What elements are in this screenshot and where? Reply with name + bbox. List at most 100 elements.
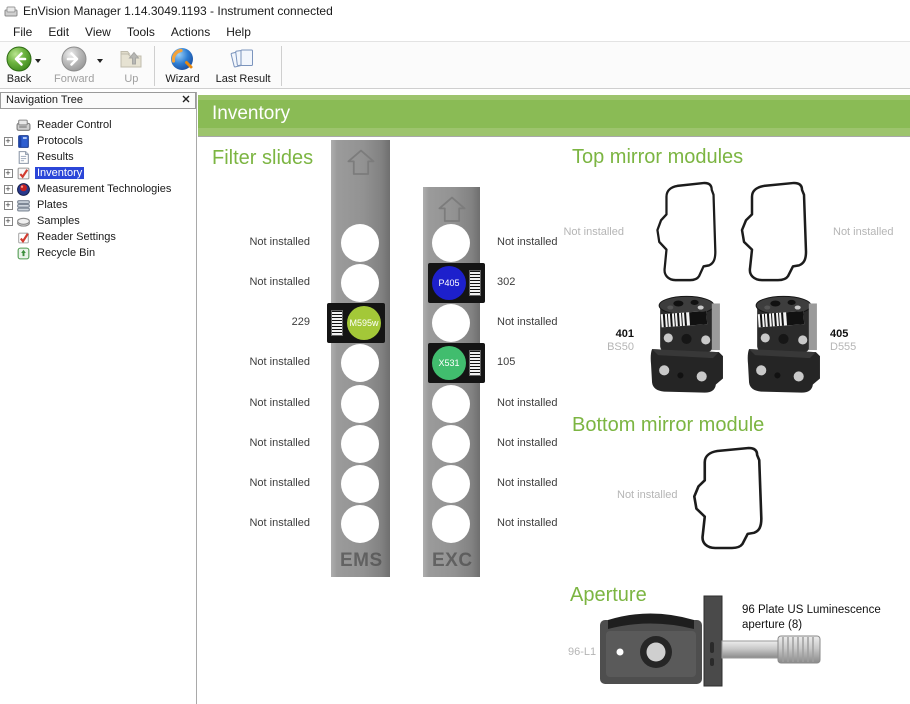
window-title: EnVision Manager 1.14.3049.1193 - Instru… (23, 4, 333, 18)
measurement-technologies-icon (16, 182, 31, 196)
wizard-button[interactable]: Wizard (165, 46, 199, 85)
filter-lens: M595w (347, 306, 381, 340)
close-icon[interactable] (179, 94, 192, 107)
filter-slot-status: Not installed (497, 477, 607, 489)
back-label: Back (7, 73, 31, 85)
filter-slot-status: Not installed (212, 356, 310, 368)
filter-slides-heading: Filter slides (212, 147, 313, 170)
filter-slot (432, 224, 470, 262)
filter-chip-x531: X531 (428, 343, 485, 383)
app-icon (4, 4, 18, 18)
menu-edit[interactable]: Edit (40, 24, 77, 40)
plates-icon (16, 198, 31, 212)
up-button[interactable]: Up (118, 46, 144, 85)
slide-name-label: EMS (340, 550, 383, 572)
filter-slot-status: Not installed (212, 397, 310, 409)
filter-slot-status: Not installed (497, 397, 607, 409)
filter-slot-status: Not installed (497, 437, 607, 449)
filter-chip-p405: P405 (428, 263, 485, 303)
navigation-panel-title: Navigation Tree (6, 94, 83, 106)
filter-slot (341, 505, 379, 543)
sidebar-item-label: Recycle Bin (35, 247, 97, 259)
filter-slot (432, 505, 470, 543)
filter-slot-status: 105 (497, 356, 607, 368)
menu-view[interactable]: View (77, 24, 119, 40)
sidebar-item-label: Reader Settings (35, 231, 118, 243)
filter-name-label: M595w (349, 318, 378, 328)
menu-actions[interactable]: Actions (163, 24, 218, 40)
slide-name-label: EXC (432, 550, 473, 572)
sidebar-item-label: Plates (35, 199, 70, 211)
filter-name-label: X531 (438, 358, 459, 368)
filter-slot (432, 385, 470, 423)
sidebar-item-measurement-technologies[interactable]: + Measurement Technologies (0, 181, 196, 197)
menu-file[interactable]: File (5, 24, 40, 40)
sidebar-item-protocols[interactable]: + Protocols (0, 133, 196, 149)
sidebar-item-label: Inventory (35, 167, 84, 179)
expand-icon[interactable]: + (0, 201, 16, 210)
expand-icon[interactable]: + (0, 185, 16, 194)
sidebar-item-reader-settings[interactable]: Reader Settings (0, 229, 196, 245)
top-mirror-module-image (745, 293, 823, 395)
top-mirror-status: Not installed (560, 226, 624, 238)
filter-slot (341, 344, 379, 382)
menu-tools[interactable]: Tools (119, 24, 163, 40)
forward-dropdown-icon[interactable] (97, 59, 103, 63)
menu-bar: FileEditViewToolsActionsHelp (0, 22, 910, 41)
filter-slot (341, 385, 379, 423)
top-mirrors-heading: Top mirror modules (572, 146, 743, 169)
forward-button[interactable]: Forward (54, 46, 94, 85)
title-bar: EnVision Manager 1.14.3049.1193 - Instru… (0, 0, 910, 22)
last-result-icon (230, 46, 256, 72)
sidebar-item-label: Reader Control (35, 119, 114, 131)
toolbar-separator (281, 46, 282, 86)
wizard-label: Wizard (165, 73, 199, 85)
last-result-label: Last Result (216, 73, 271, 85)
sidebar-item-recycle-bin[interactable]: Recycle Bin (0, 245, 196, 261)
top-mirror-module-image (648, 293, 726, 395)
bottom-mirror-empty-slot (688, 446, 776, 553)
mirror-position: 401 (590, 328, 634, 341)
sidebar-item-label: Measurement Technologies (35, 183, 173, 195)
filter-slot-status: Not installed (497, 517, 607, 529)
sidebar-item-plates[interactable]: + Plates (0, 197, 196, 213)
filter-slot (432, 465, 470, 503)
protocols-icon (16, 134, 31, 148)
back-dropdown-icon[interactable] (35, 59, 41, 63)
reader-settings-icon (16, 230, 31, 244)
barcode-icon (469, 350, 481, 376)
barcode-icon (469, 270, 481, 296)
filter-slot-status: Not installed (212, 517, 310, 529)
navigation-tree: Reader Control + Protocols Results + Inventor… (0, 109, 196, 261)
expand-icon[interactable]: + (0, 217, 16, 226)
sidebar-item-inventory[interactable]: + Inventory (0, 165, 196, 181)
top-mirror-module-label: 405 D555 (830, 328, 856, 354)
filter-slot-status: Not installed (497, 316, 607, 328)
sidebar-item-samples[interactable]: +Samples (0, 213, 196, 229)
aperture-name: 96 Plate US Luminescence aperture (8) (742, 603, 884, 633)
filter-name-label: P405 (438, 278, 459, 288)
menu-help[interactable]: Help (218, 24, 259, 40)
expand-icon[interactable]: + (0, 169, 16, 178)
filter-slot (341, 264, 379, 302)
expand-icon[interactable]: + (0, 137, 16, 146)
filter-slot-status: 229 (212, 316, 310, 328)
barcode-icon (331, 310, 343, 336)
mirror-name: BS50 (590, 341, 634, 354)
filter-lens: X531 (432, 346, 466, 380)
filter-slot (341, 224, 379, 262)
last-result-button[interactable]: Last Result (216, 46, 271, 85)
sidebar-item-reader-control[interactable]: Reader Control (0, 117, 196, 133)
bottom-mirror-heading: Bottom mirror module (572, 414, 764, 437)
filter-slide-ems: EMS (331, 140, 390, 577)
sidebar-item-results[interactable]: Results (0, 149, 196, 165)
forward-icon (61, 46, 87, 72)
sidebar-item-label: Protocols (35, 135, 85, 147)
navigation-panel: Navigation Tree Reader Control + Protocols… (0, 92, 197, 704)
slide-home-arrow-icon (434, 194, 470, 224)
back-button[interactable]: Back (6, 46, 32, 85)
top-mirror-module-label: 401 BS50 (590, 328, 634, 354)
up-folder-icon (118, 46, 144, 72)
reader-control-icon (16, 118, 31, 132)
filter-slot-status: 302 (497, 276, 607, 288)
